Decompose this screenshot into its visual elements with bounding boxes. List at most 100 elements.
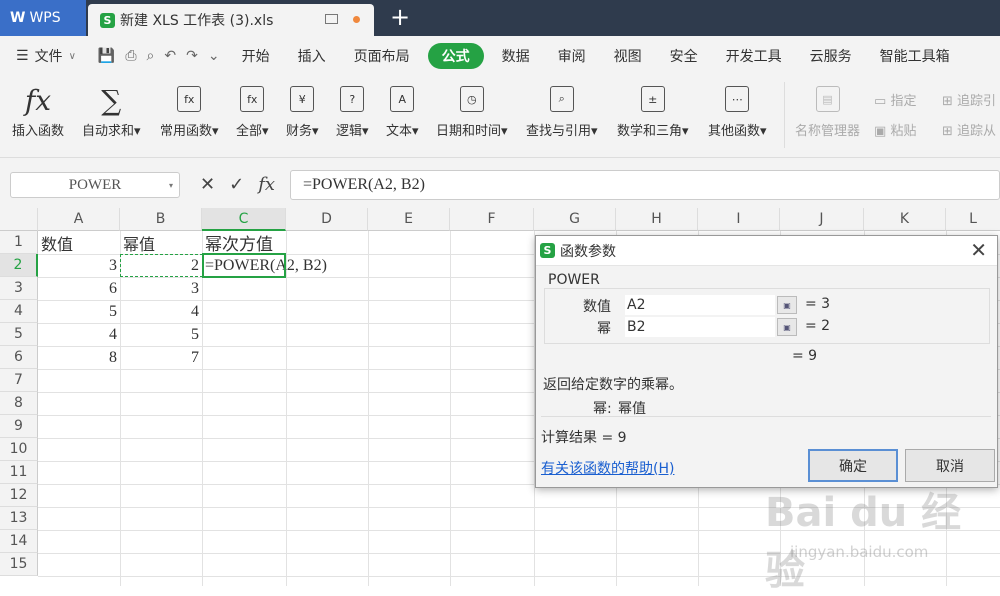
menu-smart-tools[interactable]: 智能工具箱 <box>866 43 964 69</box>
print-preview-icon[interactable]: ⌕ <box>147 48 155 64</box>
new-tab-plus-icon[interactable]: + <box>390 3 410 31</box>
name-manager-button[interactable]: ▤ 名称管理器 <box>795 82 860 139</box>
menu-file[interactable]: ☰ 文件 ∨ <box>0 43 90 69</box>
row-header[interactable]: 4 <box>0 300 38 323</box>
common-functions-button[interactable]: fx 常用函数▾ <box>160 82 219 139</box>
row-header[interactable]: 7 <box>0 369 38 392</box>
trace-dependents-button[interactable]: ⊞ 追踪从 <box>942 120 996 139</box>
row-header[interactable]: 11 <box>0 461 38 484</box>
collapse-ref-icon[interactable]: ▣ <box>777 318 797 336</box>
row-header[interactable]: 13 <box>0 507 38 530</box>
column-header[interactable]: L <box>946 208 1000 231</box>
cell-a2[interactable]: 3 <box>38 254 120 277</box>
wps-home-tab[interactable]: W WPS <box>0 0 86 36</box>
cancel-icon[interactable]: ✕ <box>200 174 215 195</box>
menu-page-layout[interactable]: 页面布局 <box>340 43 424 69</box>
row-header[interactable]: 6 <box>0 346 38 369</box>
function-help-link[interactable]: 有关该函数的帮助(H) <box>541 458 674 478</box>
menu-review[interactable]: 审阅 <box>544 43 600 69</box>
menu-insert[interactable]: 插入 <box>284 43 340 69</box>
trace-precedents-button[interactable]: ⊞ 追踪引 <box>942 90 996 109</box>
spreadsheet-icon: S <box>100 12 115 28</box>
cell-a6[interactable]: 8 <box>38 346 120 369</box>
param-input-power[interactable]: B2 <box>625 317 775 337</box>
cell-b1[interactable]: 幂值 <box>120 231 202 254</box>
column-header[interactable]: K <box>864 208 946 231</box>
paste-button[interactable]: ▣ 粘贴 <box>874 120 916 139</box>
column-header[interactable]: H <box>616 208 698 231</box>
chevron-down-icon: ∨ <box>68 50 76 62</box>
row-header[interactable]: 15 <box>0 553 38 576</box>
select-all-corner[interactable] <box>0 208 38 231</box>
cancel-button[interactable]: 取消 <box>905 449 995 482</box>
text-button[interactable]: A 文本▾ <box>386 82 419 139</box>
check-icon[interactable]: ✓ <box>229 174 244 195</box>
row-header[interactable]: 9 <box>0 415 38 438</box>
column-header[interactable]: B <box>120 208 202 231</box>
lookup-reference-button[interactable]: ⌕ 查找与引用▾ <box>526 82 598 139</box>
param-input-number[interactable]: A2 <box>625 295 775 315</box>
row-header[interactable]: 14 <box>0 530 38 553</box>
menu-data[interactable]: 数据 <box>488 43 544 69</box>
cell-b4[interactable]: 4 <box>120 300 202 323</box>
row-header[interactable]: 1 <box>0 231 38 254</box>
row-header[interactable]: 10 <box>0 438 38 461</box>
question-icon: ? <box>340 86 365 112</box>
cell-b6[interactable]: 7 <box>120 346 202 369</box>
assign-button[interactable]: ▭ 指定 <box>874 90 916 109</box>
row-header[interactable]: 8 <box>0 392 38 415</box>
cell-b3[interactable]: 3 <box>120 277 202 300</box>
cell-a1[interactable]: 数值 <box>38 231 120 254</box>
column-header[interactable]: I <box>698 208 780 231</box>
redo-icon[interactable]: ↷ <box>186 48 198 64</box>
chevron-down-icon[interactable]: ▾ <box>169 181 173 190</box>
column-header[interactable]: F <box>450 208 534 231</box>
autosum-button[interactable]: ∑ 自动求和▾ <box>82 82 141 139</box>
insert-function-button[interactable]: fx 插入函数 <box>12 82 64 139</box>
logical-button[interactable]: ? 逻辑▾ <box>336 82 369 139</box>
cell-b5[interactable]: 5 <box>120 323 202 346</box>
column-header[interactable]: G <box>534 208 616 231</box>
save-icon[interactable]: 💾 <box>98 48 115 64</box>
document-tab[interactable]: S 新建 XLS 工作表 (3).xls <box>88 4 374 36</box>
print-icon[interactable]: ⎙ <box>125 48 136 64</box>
undo-icon[interactable]: ↶ <box>164 48 176 64</box>
formula-input[interactable]: =POWER(A2, B2) <box>290 170 1000 200</box>
date-time-button[interactable]: ◷ 日期和时间▾ <box>436 82 508 139</box>
cell-a3[interactable]: 6 <box>38 277 120 300</box>
name-box[interactable]: POWER ▾ <box>10 172 180 198</box>
math-trig-button[interactable]: ± 数学和三角▾ <box>617 82 689 139</box>
column-header[interactable]: E <box>368 208 450 231</box>
column-header[interactable]: A <box>38 208 120 231</box>
row-header[interactable]: 3 <box>0 277 38 300</box>
cell-a5[interactable]: 4 <box>38 323 120 346</box>
more-functions-button[interactable]: ⋯ 其他函数▾ <box>708 82 767 139</box>
more-dropdown-icon[interactable]: ⌄ <box>208 48 220 64</box>
search-icon: ⌕ <box>549 86 574 112</box>
row-header[interactable]: 2 <box>0 254 38 277</box>
column-header[interactable]: C <box>202 208 286 231</box>
menu-security[interactable]: 安全 <box>656 43 712 69</box>
menu-view[interactable]: 视图 <box>600 43 656 69</box>
cell-a4[interactable]: 5 <box>38 300 120 323</box>
menu-cloud[interactable]: 云服务 <box>796 43 866 69</box>
row-header[interactable]: 5 <box>0 323 38 346</box>
menu-formulas[interactable]: 公式 <box>427 43 484 69</box>
cell-c1[interactable]: 幂次方值 <box>202 231 286 254</box>
column-header[interactable]: J <box>780 208 864 231</box>
row-header[interactable]: 12 <box>0 484 38 507</box>
collapse-ref-icon[interactable]: ▣ <box>777 296 797 314</box>
column-header[interactable]: D <box>286 208 368 231</box>
monitor-icon[interactable] <box>325 14 338 24</box>
menu-home[interactable]: 开始 <box>228 43 284 69</box>
financial-button[interactable]: ¥ 财务▾ <box>286 82 319 139</box>
menu-developer[interactable]: 开发工具 <box>712 43 796 69</box>
fx-icon[interactable]: fx <box>258 174 275 195</box>
calculation-result: 计算结果 = 9 <box>541 430 627 446</box>
close-icon[interactable]: ✕ <box>970 238 987 262</box>
grid-line <box>368 231 369 586</box>
all-functions-button[interactable]: fx 全部▾ <box>236 82 269 139</box>
fx-icon: fx <box>24 84 52 117</box>
ok-button[interactable]: 确定 <box>808 449 898 482</box>
trace-dependents-icon: ⊞ <box>942 124 953 139</box>
